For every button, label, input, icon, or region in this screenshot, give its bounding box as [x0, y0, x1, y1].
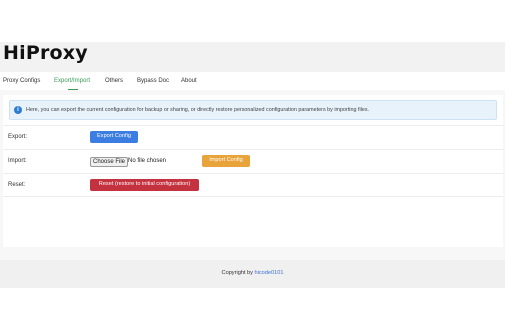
reset-row: Reset: Reset (restore to initial configu…	[3, 173, 503, 197]
file-status: No file chosen	[128, 158, 167, 164]
import-label: Import:	[8, 158, 27, 164]
header: HiProxy	[0, 42, 505, 72]
footer-text: Copyright by hicode0101	[0, 270, 505, 276]
author-link[interactable]: hicode0101	[255, 270, 284, 276]
tab-bypass-doc[interactable]: Bypass Doc	[137, 78, 169, 84]
active-tab-indicator	[68, 89, 78, 90]
tab-others[interactable]: Others	[105, 78, 123, 84]
nav-tabs: Proxy Configs Export/Import Others Bypas…	[0, 72, 505, 90]
reset-button[interactable]: Reset (restore to initial configuration)	[90, 179, 199, 191]
page: HiProxy Proxy Configs Export/Import Othe…	[0, 42, 505, 288]
info-alert: i Here, you can export the current confi…	[9, 100, 497, 120]
export-label: Export:	[8, 134, 28, 140]
footer: Copyright by hicode0101	[0, 260, 505, 288]
export-config-button[interactable]: Export Config	[90, 131, 138, 143]
tab-export-import[interactable]: Export/Import	[54, 78, 90, 84]
main-panel: i Here, you can export the current confi…	[3, 95, 503, 247]
import-config-button[interactable]: Import Config	[202, 155, 250, 167]
tab-about[interactable]: About	[181, 78, 197, 84]
choose-file-button[interactable]: Choose File	[90, 157, 129, 167]
copyright-text: Copyright by	[221, 270, 253, 276]
info-icon: i	[14, 106, 22, 114]
app-title: HiProxy	[3, 42, 88, 64]
export-row: Export: Export Config	[3, 125, 503, 149]
tab-proxy-configs[interactable]: Proxy Configs	[3, 78, 40, 84]
import-row: Import: Choose File No file chosen Impor…	[3, 149, 503, 173]
alert-text: Here, you can export the current configu…	[26, 107, 370, 113]
reset-label: Reset:	[8, 182, 26, 188]
